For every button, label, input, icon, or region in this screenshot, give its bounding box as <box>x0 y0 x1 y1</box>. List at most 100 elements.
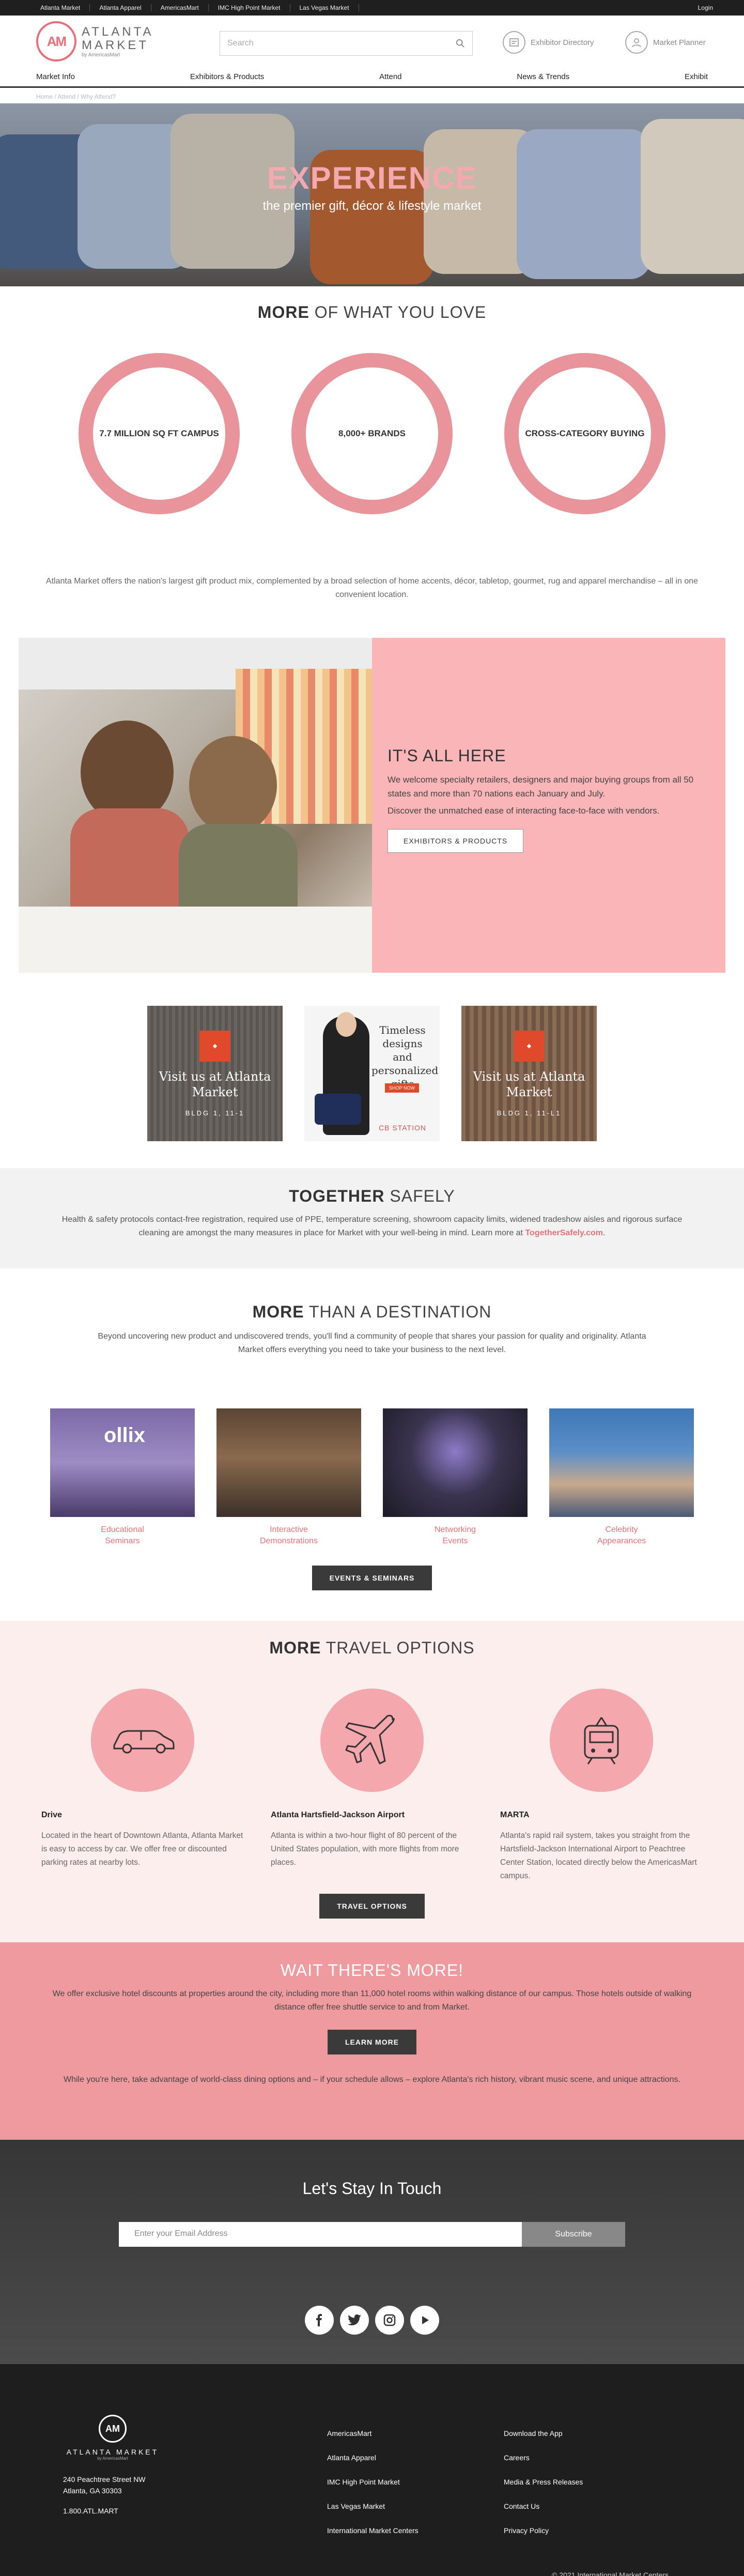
newsletter-form: Enter your Email Address Subscribe <box>0 2222 744 2247</box>
caption-line: Interactive <box>270 1525 308 1534</box>
subscribe-button[interactable]: Subscribe <box>522 2222 625 2247</box>
event-card-educational-seminars[interactable]: ollix Educational Seminars <box>50 1408 195 1547</box>
exhibitors-products-button[interactable]: EXHIBITORS & PRODUCTS <box>388 829 524 853</box>
learn-more-button[interactable]: LEARN MORE <box>327 2030 417 2054</box>
travel-option-text: Located in the heart of Downtown Atlanta… <box>41 1831 243 1867</box>
hotel-paragraph: We offer exclusive hotel discounts at pr… <box>52 1989 692 2012</box>
airplane-icon <box>320 1689 424 1792</box>
more-than-a-destination-section: MORE THAN A DESTINATION Beyond uncoverin… <box>0 1268 744 1621</box>
footer-links-col-1: AmericasMart Atlanta Apparel IMC High Po… <box>327 2429 419 2551</box>
logo-line1: ATLANTA <box>82 24 154 39</box>
promo-ad-1[interactable]: ◆ Visit us at Atlanta Market BLDG 1, 11-… <box>147 1006 283 1141</box>
footer-link-media[interactable]: Media & Press Releases <box>504 2478 583 2502</box>
stat-circle: CROSS-CATEGORY BUYING <box>504 353 665 514</box>
exhibitor-directory-label: Exhibitor Directory <box>531 38 594 47</box>
section-title: WAIT THERE'S MORE! <box>280 1961 464 1980</box>
search-icon[interactable] <box>456 39 465 48</box>
topbar-link-atlanta-market[interactable]: Atlanta Market <box>31 4 90 11</box>
more-of-what-you-love-section: MORE OF WHAT YOU LOVE 7.7 MILLION SQ FT … <box>0 286 744 638</box>
caption-line: Appearances <box>597 1537 646 1545</box>
promo-ad-3[interactable]: ◆ Visit us at Atlanta Market BLDG 1, 11-… <box>461 1006 597 1141</box>
shop-now-button[interactable]: SHOP NOW <box>385 1083 419 1093</box>
car-icon <box>91 1689 194 1792</box>
promo-brand: CB STATION <box>379 1124 426 1132</box>
main-nav: Market Info Exhibitors & Products Attend… <box>0 67 744 88</box>
travel-options-button[interactable]: TRAVEL OPTIONS <box>319 1894 425 1919</box>
more-travel-options-section: MORE TRAVEL OPTIONS Drive Located in the … <box>0 1621 744 1942</box>
topbar-link-atlanta-apparel[interactable]: Atlanta Apparel <box>90 4 151 11</box>
market-planner-link[interactable]: Market Planner <box>625 31 706 54</box>
social-links <box>0 2306 744 2335</box>
login-link[interactable]: Login <box>698 4 713 11</box>
event-card-caption: Networking Events <box>383 1524 528 1547</box>
networking-image <box>383 1408 528 1517</box>
promo-tag: BLDG 1, 11-L1 <box>497 1109 562 1117</box>
travel-icons <box>0 1689 744 1792</box>
search-input[interactable]: Search <box>220 31 473 56</box>
email-input[interactable]: Enter your Email Address <box>119 2222 522 2247</box>
footer-link-imc-high-point[interactable]: IMC High Point Market <box>327 2478 419 2502</box>
footer-logo[interactable]: AM ATLANTA MARKET by AmericasMart <box>61 2415 164 2461</box>
its-all-here-box: IT'S ALL HERE We welcome specialty retai… <box>372 638 725 973</box>
title-bold: MORE <box>257 303 309 321</box>
together-safely-link[interactable]: TogetherSafely.com <box>525 1229 603 1237</box>
caption-line: Networking <box>434 1525 476 1534</box>
section-paragraph: Atlanta Market offers the nation's large… <box>45 577 699 599</box>
event-card-caption: Interactive Demonstrations <box>216 1524 361 1547</box>
event-card-interactive-demonstrations[interactable]: Interactive Demonstrations <box>216 1408 361 1547</box>
footer-link-careers[interactable]: Careers <box>504 2454 583 2478</box>
promo-text: Visit us at Atlanta Market <box>473 1069 585 1099</box>
exhibitor-directory-link[interactable]: Exhibitor Directory <box>503 31 594 54</box>
title-rest: SAFELY <box>384 1187 455 1205</box>
breadcrumb[interactable]: Home / Attend / Why Attend? <box>0 88 744 103</box>
travel-columns: Drive Located in the heart of Downtown At… <box>0 1811 744 1883</box>
promo-tag: BLDG 1, 11-1 <box>185 1109 245 1117</box>
site-footer: AM ATLANTA MARKET by AmericasMart 240 Pe… <box>0 2364 744 2576</box>
site-logo[interactable]: AM ATLANTA MARKET by AmericasMart <box>36 21 153 62</box>
nav-item-exhibitors-products[interactable]: Exhibitors & Products <box>190 72 264 81</box>
instagram-icon[interactable] <box>375 2306 404 2335</box>
footer-link-atlanta-apparel[interactable]: Atlanta Apparel <box>327 2454 419 2478</box>
logo-line2: MARKET <box>82 38 149 52</box>
together-safely-section: TOGETHER SAFELY Health & safety protocol… <box>0 1168 744 1268</box>
section-title: MORE THAN A DESTINATION <box>0 1302 744 1322</box>
event-card-caption: Celebrity Appearances <box>549 1524 694 1547</box>
stat-circle: 7.7 MILLION SQ FT CAMPUS <box>79 353 240 514</box>
facebook-icon[interactable] <box>305 2306 334 2335</box>
caption-line: Celebrity <box>605 1525 638 1534</box>
footer-link-contact[interactable]: Contact Us <box>504 2502 583 2526</box>
together-paragraph: Health & safety protocols contact-free r… <box>52 1213 692 1240</box>
footer-link-privacy[interactable]: Privacy Policy <box>504 2526 583 2551</box>
hero-title: EXPERIENCE <box>267 161 477 195</box>
nav-item-market-info[interactable]: Market Info <box>36 72 75 81</box>
hero-text: EXPERIENCE the premier gift, décor & lif… <box>0 160 744 213</box>
section-title: TOGETHER SAFELY <box>0 1187 744 1206</box>
promo-ad-2[interactable]: Timeless designs and personalized gifts … <box>304 1006 440 1141</box>
user-icon <box>625 31 648 54</box>
its-all-here-text-2: Discover the unmatched ease of interacti… <box>388 806 660 816</box>
event-card-caption: Educational Seminars <box>50 1524 195 1547</box>
footer-logo-mark: AM <box>99 2415 127 2443</box>
hero-banner: EXPERIENCE the premier gift, décor & lif… <box>0 103 744 286</box>
together-end: . <box>603 1229 606 1237</box>
footer-link-imc[interactable]: International Market Centers <box>327 2526 419 2551</box>
its-all-here-title: IT'S ALL HERE <box>388 746 506 765</box>
event-card-celebrity-appearances[interactable]: Celebrity Appearances <box>549 1408 694 1547</box>
nav-item-attend[interactable]: Attend <box>379 72 401 81</box>
nav-item-exhibit[interactable]: Exhibit <box>685 72 708 81</box>
footer-link-las-vegas[interactable]: Las Vegas Market <box>327 2502 419 2526</box>
event-card-networking-events[interactable]: Networking Events <box>383 1408 528 1547</box>
topbar-link-las-vegas[interactable]: Las Vegas Market <box>290 4 359 11</box>
topbar-link-americasmart[interactable]: AmericasMart <box>151 4 209 11</box>
topbar-link-imc-high-point[interactable]: IMC High Point Market <box>209 4 290 11</box>
footer-phone[interactable]: 1.800.ATL.MART <box>63 2507 118 2515</box>
twitter-icon[interactable] <box>340 2306 369 2335</box>
seminar-sign-text: ollix <box>104 1424 146 1447</box>
youtube-icon[interactable] <box>410 2306 439 2335</box>
events-seminars-button[interactable]: EVENTS & SEMINARS <box>312 1566 432 1590</box>
footer-link-download-app[interactable]: Download the App <box>504 2429 583 2454</box>
demonstration-image <box>216 1408 361 1517</box>
footer-link-americasmart[interactable]: AmericasMart <box>327 2429 419 2454</box>
travel-option-marta: MARTA Atlanta's rapid rail system, takes … <box>500 1811 703 1883</box>
nav-item-news-trends[interactable]: News & Trends <box>517 72 569 81</box>
